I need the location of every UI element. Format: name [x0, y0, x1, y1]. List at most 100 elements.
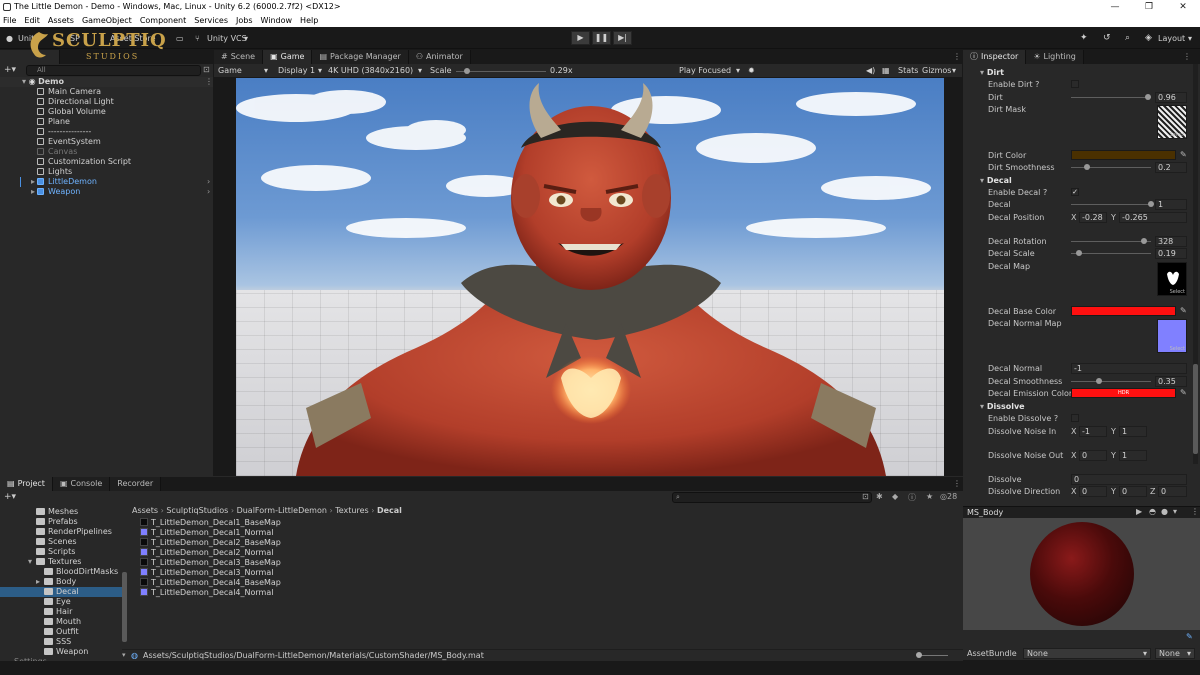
- play-focused-dropdown[interactable]: Play Focused: [679, 64, 731, 78]
- display-dropdown[interactable]: Display 1: [278, 64, 315, 78]
- decal-slider-handle[interactable]: [1148, 201, 1154, 207]
- decal-normal-map-thumbnail[interactable]: Select: [1157, 319, 1187, 353]
- decal-value-field[interactable]: 1: [1155, 199, 1187, 210]
- project-folder-item[interactable]: Decal: [0, 587, 122, 597]
- expand-arrow-icon[interactable]: ▸: [36, 577, 40, 587]
- project-folder-item[interactable]: RenderPipelines: [0, 527, 122, 537]
- collapse-arrow-icon[interactable]: ▾: [122, 651, 126, 659]
- dirt-smoothness-slider[interactable]: [1071, 164, 1151, 170]
- play-focused-dropdown-icon[interactable]: ▾: [736, 64, 740, 78]
- vcs-button[interactable]: Unity VCS: [207, 32, 247, 45]
- file-item[interactable]: T_LittleDemon_Decal2_BaseMap: [140, 538, 281, 548]
- tab-console[interactable]: ▣ Console: [52, 477, 111, 491]
- breadcrumb-item[interactable]: SculptiqStudios: [166, 506, 228, 515]
- hierarchy-item[interactable]: Customization Script: [37, 157, 213, 167]
- vcs-icon[interactable]: ⑂: [195, 32, 200, 45]
- game-viewport[interactable]: [236, 78, 944, 476]
- decal-scale-slider[interactable]: [1071, 250, 1151, 256]
- file-item[interactable]: T_LittleDemon_Decal3_Normal: [140, 568, 281, 578]
- dirt-color-swatch[interactable]: [1071, 150, 1176, 160]
- layers-icon[interactable]: ◈: [1145, 32, 1152, 45]
- direction-x-field[interactable]: 0: [1079, 486, 1107, 497]
- expand-arrow-icon[interactable]: ▾: [28, 557, 32, 567]
- project-folder-item[interactable]: Scenes: [0, 537, 122, 547]
- dirt-smoothness-field[interactable]: 0.2: [1155, 162, 1187, 173]
- inspector-lock-icon[interactable]: ⋮: [1183, 52, 1191, 61]
- preview-settings-icon[interactable]: ▾: [1173, 507, 1177, 516]
- decal-smoothness-handle[interactable]: [1096, 378, 1102, 384]
- minimize-button[interactable]: —: [1098, 0, 1132, 14]
- scene-tabs-menu-icon[interactable]: ⋮: [953, 52, 961, 61]
- hierarchy-item[interactable]: Plane: [37, 117, 213, 127]
- breadcrumb-item[interactable]: Decal: [377, 506, 402, 515]
- unity-account-icon[interactable]: ●: [6, 32, 13, 45]
- create-asset-button[interactable]: +▾: [4, 492, 16, 502]
- preview-menu-icon[interactable]: ⋮: [1191, 507, 1199, 516]
- favorite-icon[interactable]: ★: [926, 492, 933, 501]
- tab-project[interactable]: ▤ Project: [0, 477, 53, 491]
- assetbundle-variant-dropdown[interactable]: None ▾: [1155, 648, 1195, 659]
- decal-map-thumbnail[interactable]: Select: [1157, 262, 1187, 296]
- material-preview-area[interactable]: [963, 518, 1200, 630]
- preview-play-icon[interactable]: ▶: [1136, 507, 1142, 516]
- tab-recorder[interactable]: Recorder: [110, 477, 162, 491]
- decal-smoothness-slider[interactable]: [1071, 378, 1151, 384]
- gizmos-dropdown-icon[interactable]: ▾: [952, 64, 956, 78]
- breadcrumb-item[interactable]: Textures: [335, 506, 368, 515]
- hierarchy-item[interactable]: Lights: [37, 167, 213, 177]
- tab-lighting[interactable]: ☀ Lighting: [1026, 50, 1084, 64]
- file-item[interactable]: T_LittleDemon_Decal4_BaseMap: [140, 578, 281, 588]
- layout-button[interactable]: Layout: [1158, 32, 1185, 45]
- menu-assets[interactable]: Assets: [48, 14, 74, 27]
- project-tabs-menu-icon[interactable]: ⋮: [953, 479, 961, 488]
- undo-history-icon[interactable]: ↺: [1103, 32, 1111, 45]
- game-mode-dropdown-icon[interactable]: ▾: [264, 64, 268, 78]
- step-button[interactable]: ▶|: [613, 31, 632, 45]
- decal-scale-handle[interactable]: [1076, 250, 1082, 256]
- noise-in-y-field[interactable]: 1: [1119, 426, 1147, 437]
- preview-sphere-icon[interactable]: ◓: [1149, 507, 1156, 516]
- scale-slider[interactable]: [456, 68, 546, 74]
- noise-out-y-field[interactable]: 1: [1119, 450, 1147, 461]
- direction-y-field[interactable]: 0: [1119, 486, 1147, 497]
- hierarchy-item[interactable]: Directional Light: [37, 97, 213, 107]
- decal-rotation-handle[interactable]: [1140, 238, 1147, 244]
- hierarchy-item[interactable]: ---------------: [37, 127, 213, 137]
- expand-arrow-icon[interactable]: ▸: [31, 187, 35, 197]
- enable-decal-checkbox[interactable]: ✓: [1071, 188, 1079, 196]
- noise-in-x-field[interactable]: -1: [1079, 426, 1107, 437]
- folder-tree-scrollbar[interactable]: [122, 572, 127, 642]
- eyedropper-icon[interactable]: ✎: [1180, 150, 1187, 159]
- hierarchy-item[interactable]: Canvas: [37, 147, 213, 157]
- scale-slider-handle[interactable]: [463, 68, 470, 74]
- decal-position-y-field[interactable]: -0.265: [1119, 212, 1187, 223]
- scene-row[interactable]: ▾ ◉ Demo: [22, 77, 64, 87]
- tab-animator[interactable]: ⚇ Animator: [408, 50, 471, 64]
- menu-gameobject[interactable]: GameObject: [82, 14, 132, 27]
- decal-slider[interactable]: [1071, 201, 1154, 207]
- info-icon[interactable]: ⓘ: [908, 492, 916, 503]
- dirt-mask-thumbnail[interactable]: Select: [1157, 105, 1187, 139]
- menu-help[interactable]: Help: [300, 14, 318, 27]
- game-mode-dropdown[interactable]: Game: [218, 64, 242, 78]
- decal-scale-field[interactable]: 0.19: [1155, 248, 1187, 259]
- services-icon[interactable]: ✦: [1080, 32, 1088, 45]
- expand-arrow-icon[interactable]: ▸: [31, 177, 35, 187]
- project-folder-item[interactable]: Scripts: [0, 547, 122, 557]
- inspector-scrollbar[interactable]: [1193, 64, 1198, 464]
- hierarchy-search-options-icon[interactable]: ⊡: [203, 65, 210, 74]
- asset-label-icon[interactable]: ✎: [1186, 632, 1193, 641]
- dirt-smoothness-handle[interactable]: [1084, 164, 1090, 170]
- layout-dropdown-icon[interactable]: ▾: [1188, 32, 1192, 45]
- project-folder-item[interactable]: Meshes: [0, 507, 122, 517]
- resolution-dropdown-icon[interactable]: ▾: [418, 64, 422, 78]
- close-button[interactable]: ✕: [1166, 0, 1200, 14]
- hierarchy-item[interactable]: Main Camera: [37, 87, 213, 97]
- menu-jobs[interactable]: Jobs: [236, 14, 253, 27]
- gizmos-button[interactable]: Gizmos: [922, 64, 951, 78]
- project-folder-item[interactable]: ▾ Textures: [0, 557, 122, 567]
- enable-dirt-checkbox[interactable]: [1071, 80, 1079, 88]
- decal-position-x-field[interactable]: -0.28: [1079, 212, 1107, 223]
- project-folder-item[interactable]: SSS: [0, 637, 122, 647]
- prefab-open-icon[interactable]: ›: [207, 177, 210, 187]
